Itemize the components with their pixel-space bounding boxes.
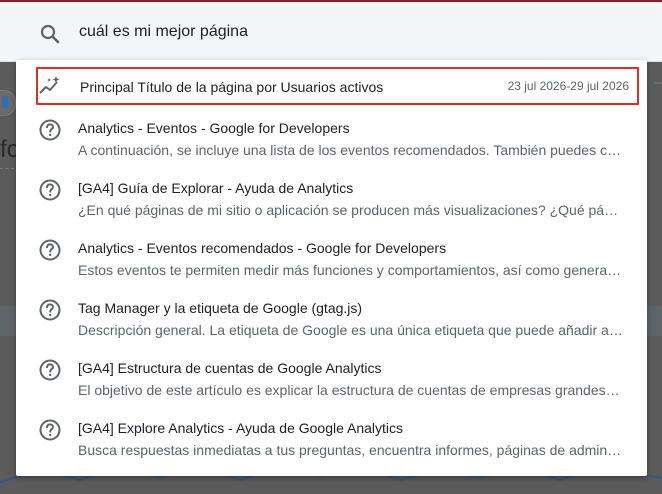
suggestion-item[interactable]: [GA4] Guía de Explorar - Ayuda de Analyt… bbox=[16, 176, 647, 226]
background-divider bbox=[0, 168, 14, 169]
suggestion-title: [GA4] Estructura de cuentas de Google An… bbox=[78, 360, 382, 376]
suggestion-description: El objetivo de este artículo es explicar… bbox=[78, 382, 623, 398]
suggestion-item[interactable]: [GA4] Explore Analytics - Ayuda de Googl… bbox=[16, 416, 647, 466]
suggestion-item[interactable]: Tag Manager y la etiqueta de Google (gta… bbox=[16, 296, 647, 346]
suggestion-description: Descripción general. La etiqueta de Goog… bbox=[78, 322, 623, 338]
suggestion-description: Busca respuestas inmediatas a tus pregun… bbox=[78, 442, 623, 458]
help-circle-icon bbox=[39, 239, 61, 261]
suggestion-description: A continuación, se incluye una lista de … bbox=[78, 142, 623, 158]
search-bar[interactable]: cuál es mi mejor página bbox=[0, 0, 662, 62]
suggestion-title: [GA4] Explore Analytics - Ayuda de Googl… bbox=[78, 420, 404, 436]
suggestion-item[interactable]: [GA4] Estructura de cuentas de Google An… bbox=[16, 356, 647, 406]
suggestion-description: ¿En qué páginas de mi sitio o aplicación… bbox=[78, 202, 623, 218]
background-chip-indicator bbox=[2, 96, 8, 108]
help-circle-icon bbox=[39, 119, 61, 141]
suggestion-title: Analytics - Eventos - Google for Develop… bbox=[78, 120, 350, 136]
suggestion-description: Estos eventos te permiten medir más func… bbox=[78, 262, 623, 278]
insights-icon bbox=[39, 76, 60, 94]
help-circle-icon bbox=[39, 419, 61, 441]
search-icon bbox=[40, 24, 60, 44]
suggestion-title: Tag Manager y la etiqueta de Google (gta… bbox=[78, 300, 363, 316]
help-circle-icon bbox=[39, 299, 61, 321]
suggestion-title: [GA4] Guía de Explorar - Ayuda de Analyt… bbox=[78, 180, 354, 196]
search-suggestions-panel: Principal Título de la página por Usuari… bbox=[16, 60, 647, 476]
date-range-label: 23 jul 2026-29 jul 2026 bbox=[507, 79, 629, 93]
help-circle-icon bbox=[39, 179, 61, 201]
suggestion-title: Analytics - Eventos recomendados - Googl… bbox=[78, 240, 447, 256]
background-divider-right bbox=[654, 82, 662, 84]
suggestion-item[interactable]: Analytics - Eventos recomendados - Googl… bbox=[16, 236, 647, 286]
suggestion-item[interactable]: Analytics - Eventos - Google for Develop… bbox=[16, 116, 647, 166]
search-input[interactable]: cuál es mi mejor página bbox=[79, 23, 248, 41]
suggestion-title: Principal Título de la página por Usuari… bbox=[80, 79, 384, 95]
suggestion-insight[interactable]: Principal Título de la página por Usuari… bbox=[36, 67, 639, 105]
help-circle-icon bbox=[39, 359, 61, 381]
